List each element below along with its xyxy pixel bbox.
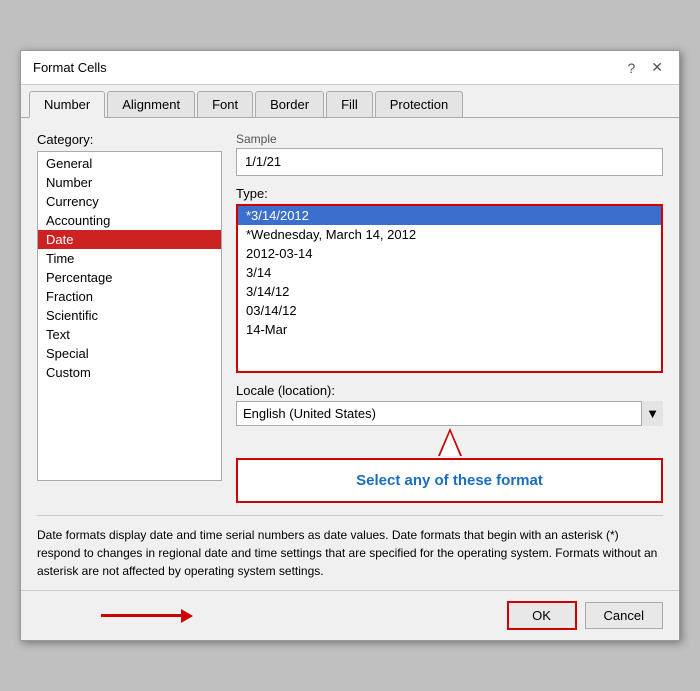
type-item-4[interactable]: 3/14/12 bbox=[238, 282, 661, 301]
locale-label: Locale (location): bbox=[236, 383, 663, 398]
footer: OK Cancel bbox=[21, 590, 679, 640]
tab-bar: Number Alignment Font Border Fill Protec… bbox=[21, 85, 679, 118]
callout-arrow-up bbox=[438, 428, 462, 456]
arrow-head bbox=[181, 609, 193, 623]
category-item-special[interactable]: Special bbox=[38, 344, 221, 363]
tab-number[interactable]: Number bbox=[29, 91, 105, 118]
tab-content: Category: General Number Currency Accoun… bbox=[21, 118, 679, 590]
category-item-date[interactable]: Date bbox=[38, 230, 221, 249]
dialog-title: Format Cells bbox=[33, 60, 107, 75]
callout-box: Select any of these format bbox=[236, 458, 663, 503]
ok-button[interactable]: OK bbox=[507, 601, 577, 630]
type-item-6[interactable]: 14-Mar bbox=[238, 320, 661, 339]
type-item-1[interactable]: *Wednesday, March 14, 2012 bbox=[238, 225, 661, 244]
cancel-button[interactable]: Cancel bbox=[585, 602, 663, 629]
category-item-accounting[interactable]: Accounting bbox=[38, 211, 221, 230]
title-bar-controls: ? ✕ bbox=[623, 59, 667, 76]
type-list[interactable]: *3/14/2012 *Wednesday, March 14, 2012 20… bbox=[238, 206, 661, 371]
category-item-percentage[interactable]: Percentage bbox=[38, 268, 221, 287]
category-item-general[interactable]: General bbox=[38, 154, 221, 173]
tab-font[interactable]: Font bbox=[197, 91, 253, 117]
help-button[interactable]: ? bbox=[623, 60, 639, 76]
left-panel: Category: General Number Currency Accoun… bbox=[37, 132, 222, 503]
title-bar: Format Cells ? ✕ bbox=[21, 51, 679, 85]
tab-alignment[interactable]: Alignment bbox=[107, 91, 195, 117]
tab-protection[interactable]: Protection bbox=[375, 91, 464, 117]
main-layout: Category: General Number Currency Accoun… bbox=[37, 132, 663, 503]
locale-dropdown-button[interactable]: ▼ bbox=[641, 401, 663, 426]
type-item-2[interactable]: 2012-03-14 bbox=[238, 244, 661, 263]
arrow-line bbox=[101, 614, 181, 617]
category-item-custom[interactable]: Custom bbox=[38, 363, 221, 382]
category-list[interactable]: General Number Currency Accounting Date … bbox=[37, 151, 222, 481]
locale-select[interactable]: English (United States) bbox=[236, 401, 663, 426]
category-label: Category: bbox=[37, 132, 222, 147]
category-item-scientific[interactable]: Scientific bbox=[38, 306, 221, 325]
format-cells-dialog: Format Cells ? ✕ Number Alignment Font B… bbox=[20, 50, 680, 641]
type-item-3[interactable]: 3/14 bbox=[238, 263, 661, 282]
footer-arrow bbox=[101, 609, 193, 623]
callout-area: Select any of these format bbox=[236, 458, 663, 503]
category-item-text[interactable]: Text bbox=[38, 325, 221, 344]
tab-fill[interactable]: Fill bbox=[326, 91, 373, 117]
type-item-0[interactable]: *3/14/2012 bbox=[238, 206, 661, 225]
locale-wrapper: English (United States) ▼ bbox=[236, 401, 663, 426]
sample-value: 1/1/21 bbox=[236, 148, 663, 176]
callout-text: Select any of these format bbox=[356, 472, 543, 489]
sample-label: Sample bbox=[236, 132, 663, 146]
tab-border[interactable]: Border bbox=[255, 91, 324, 117]
type-list-container: *3/14/2012 *Wednesday, March 14, 2012 20… bbox=[236, 204, 663, 373]
close-button[interactable]: ✕ bbox=[647, 59, 667, 76]
category-item-number[interactable]: Number bbox=[38, 173, 221, 192]
category-item-currency[interactable]: Currency bbox=[38, 192, 221, 211]
category-item-fraction[interactable]: Fraction bbox=[38, 287, 221, 306]
right-panel: Sample 1/1/21 Type: *3/14/2012 *Wednesda… bbox=[236, 132, 663, 503]
type-item-5[interactable]: 03/14/12 bbox=[238, 301, 661, 320]
type-label: Type: bbox=[236, 186, 663, 201]
category-item-time[interactable]: Time bbox=[38, 249, 221, 268]
description-text: Date formats display date and time seria… bbox=[37, 515, 663, 580]
